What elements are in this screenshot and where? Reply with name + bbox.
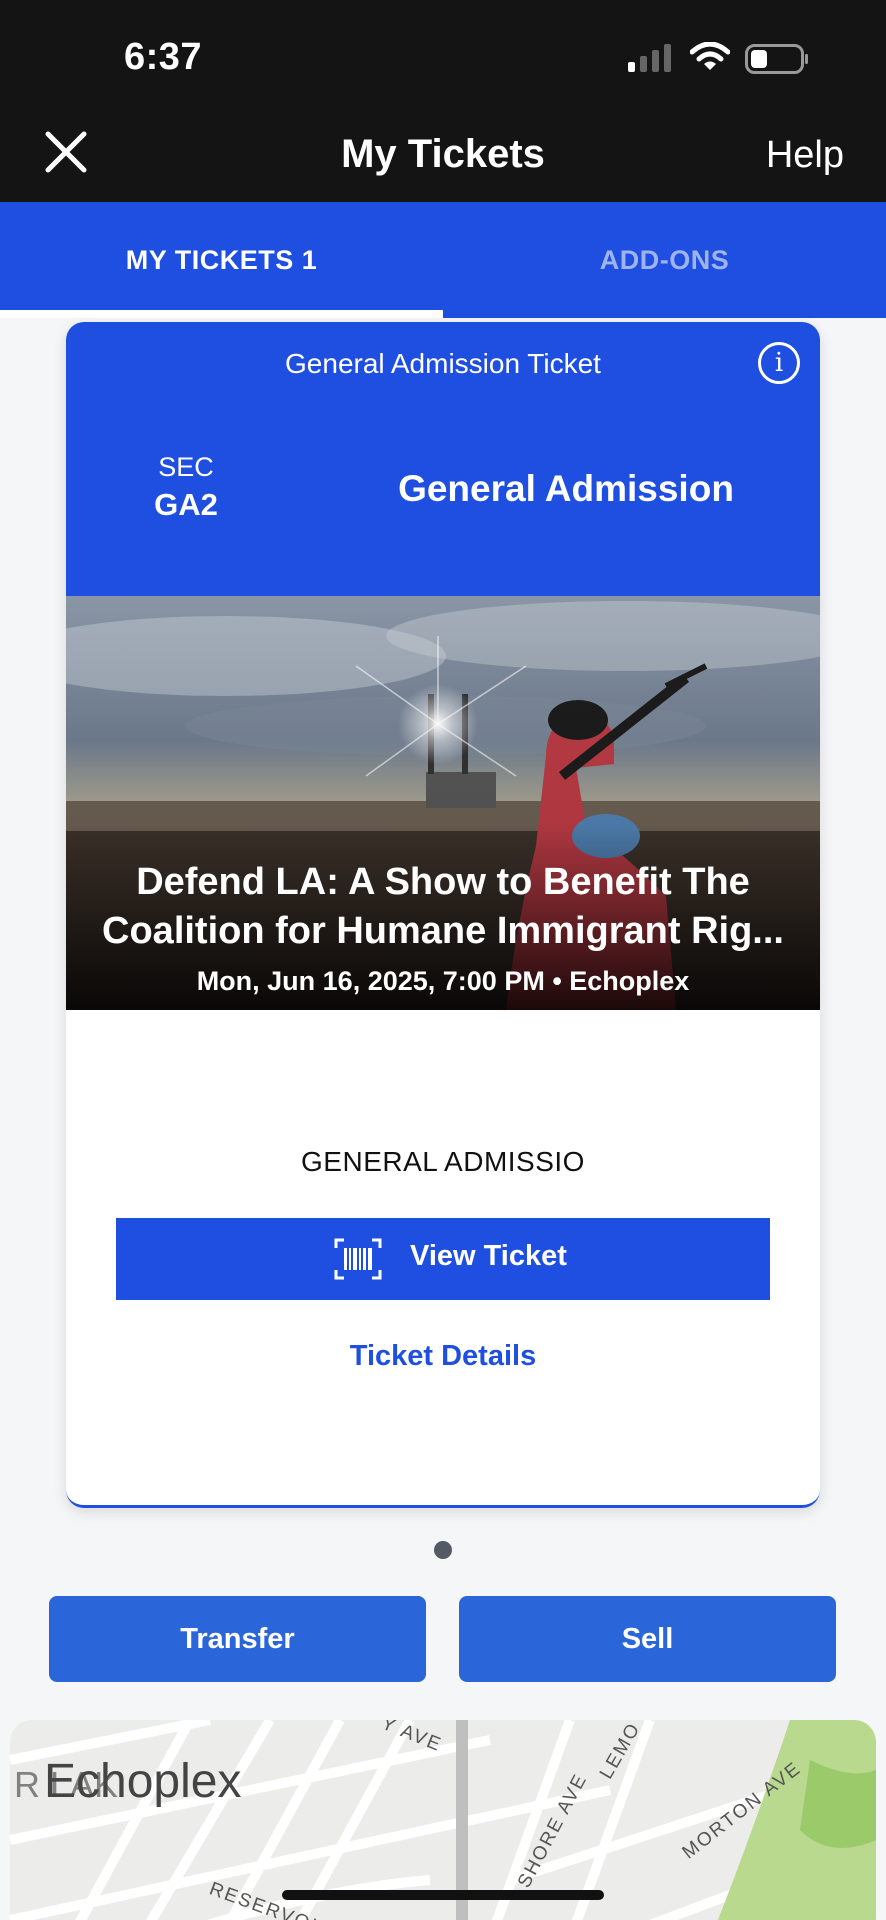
view-ticket-label: View Ticket [410,1240,567,1272]
admission-text: GENERAL ADMISSIO [301,1146,585,1177]
event-image: Defend LA: A Show to Benefit The Coaliti… [66,596,820,1010]
event-date: Mon, Jun 16, 2025, 7:00 PM • Echoplex [196,966,690,996]
help-link[interactable]: Help [766,134,844,177]
tab-add-ons[interactable]: ADD-ONS [443,202,886,318]
ticket-card: General Admission Ticket i SEC GA2 Gener… [66,322,820,1508]
view-ticket-button[interactable]: View Ticket [116,1218,770,1300]
page-indicator-dot [434,1541,452,1559]
ticket-type: General Admission Ticket [285,348,601,379]
sell-button[interactable]: Sell [459,1596,836,1682]
info-icon[interactable]: i [758,342,800,384]
section-value: GA2 [154,487,218,522]
wifi-icon [690,42,730,70]
nav-bar: My Tickets Help [0,100,886,202]
status-bar: 6:37 [0,0,886,100]
transfer-button[interactable]: Transfer [49,1596,426,1682]
tab-bar: MY TICKETS 1 ADD-ONS [0,202,886,318]
ticket-header: General Admission Ticket i SEC GA2 Gener… [66,322,820,596]
tab-active-indicator [0,310,443,318]
status-time: 6:37 [124,36,203,78]
signal-icon [628,44,671,72]
map-venue-label: Echoplex [44,1755,242,1808]
battery-icon [745,44,808,74]
ticket-details-link[interactable]: Ticket Details [66,1340,820,1373]
tab-my-tickets[interactable]: MY TICKETS 1 [0,202,443,318]
section-label: SEC [158,452,214,482]
admission-area: General Admission [398,468,734,509]
home-indicator [282,1890,604,1900]
event-title: Defend LA: A Show to Benefit The Coaliti… [102,861,784,952]
page-title: My Tickets [341,132,545,176]
barcode-icon [334,1238,382,1280]
